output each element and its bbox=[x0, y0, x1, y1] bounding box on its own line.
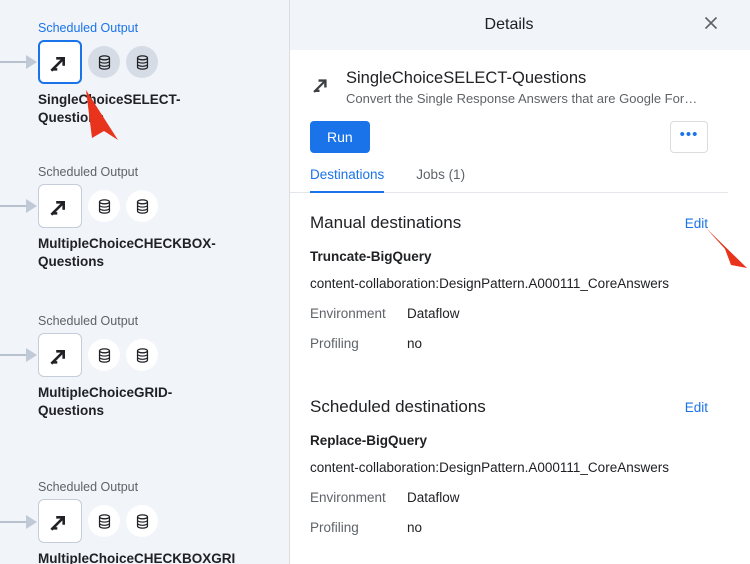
graph-node-single-choice-select[interactable]: Scheduled Output bbox=[38, 20, 290, 127]
database-icon bbox=[96, 198, 113, 215]
field-environment: Environment Dataflow bbox=[310, 306, 708, 321]
database-icon bbox=[134, 198, 151, 215]
details-panel-header: Details bbox=[290, 0, 750, 50]
graph-edge-incoming bbox=[0, 200, 40, 212]
edge-arrowhead bbox=[26, 55, 37, 69]
graph-node-database-badge[interactable] bbox=[88, 505, 120, 537]
field-value: no bbox=[407, 336, 422, 351]
database-icon bbox=[134, 54, 151, 71]
graph-node-label: MultipleChoiceCHECKBOX-Questions bbox=[38, 235, 238, 271]
more-options-button[interactable]: ••• bbox=[670, 121, 708, 153]
details-panel-body: SingleChoiceSELECT-Questions Convert the… bbox=[290, 50, 750, 564]
destination-name: Truncate-BigQuery bbox=[310, 249, 708, 264]
details-tabs: Destinations Jobs (1) bbox=[290, 153, 728, 193]
edge-arrowhead bbox=[26, 199, 37, 213]
graph-node-database-badge[interactable] bbox=[126, 190, 158, 222]
export-arrow-icon bbox=[47, 508, 73, 534]
graph-node-label: SingleChoiceSELECT-Questions bbox=[38, 91, 238, 127]
graph-edge-incoming bbox=[0, 56, 40, 68]
graph-node-database-badge[interactable] bbox=[88, 339, 120, 371]
field-label: Environment bbox=[310, 490, 407, 505]
graph-node-database-badge[interactable] bbox=[126, 505, 158, 537]
field-label: Profiling bbox=[310, 336, 407, 351]
graph-node-row bbox=[38, 184, 290, 228]
graph-node-database-badge[interactable] bbox=[126, 46, 158, 78]
edge-line bbox=[0, 354, 26, 356]
graph-node-row bbox=[38, 40, 290, 84]
field-value: Dataflow bbox=[407, 490, 460, 505]
close-icon bbox=[703, 15, 719, 36]
graph-node-multiple-choice-checkbox[interactable]: Scheduled Output bbox=[38, 164, 290, 271]
graph-node-icon-box[interactable] bbox=[38, 184, 82, 228]
export-arrow-icon bbox=[310, 72, 334, 101]
database-icon bbox=[96, 347, 113, 364]
graph-node-kind-label: Scheduled Output bbox=[38, 164, 290, 180]
graph-node-kind-label: Scheduled Output bbox=[38, 313, 290, 329]
database-icon bbox=[96, 513, 113, 530]
edge-line bbox=[0, 205, 26, 207]
section-manual-destinations: Manual destinations Edit Truncate-BigQue… bbox=[290, 193, 728, 351]
destination-name: Replace-BigQuery bbox=[310, 433, 708, 448]
entity-text: SingleChoiceSELECT-Questions Convert the… bbox=[346, 68, 708, 108]
database-icon bbox=[134, 513, 151, 530]
graph-edge-incoming bbox=[0, 516, 40, 528]
field-label: Profiling bbox=[310, 520, 407, 535]
pipeline-graph-canvas[interactable]: Scheduled Output bbox=[0, 0, 290, 564]
destination-path: content-collaboration:DesignPattern.A000… bbox=[310, 460, 708, 475]
edge-arrowhead bbox=[26, 348, 37, 362]
graph-node-database-badge[interactable] bbox=[88, 46, 120, 78]
graph-node-label: MultipleChoiceCHECKBOXGRID bbox=[38, 550, 238, 564]
section-scheduled-destinations: Scheduled destinations Edit Replace-BigQ… bbox=[290, 351, 728, 535]
export-arrow-icon bbox=[47, 342, 73, 368]
database-icon bbox=[134, 347, 151, 364]
edge-line bbox=[0, 521, 26, 523]
section-title: Scheduled destinations bbox=[310, 397, 486, 417]
export-arrow-icon bbox=[47, 193, 73, 219]
graph-node-row bbox=[38, 333, 290, 377]
tab-destinations[interactable]: Destinations bbox=[310, 167, 384, 193]
graph-node-database-badge[interactable] bbox=[88, 190, 120, 222]
graph-node-multiple-choice-checkboxgrid[interactable]: Scheduled Output bbox=[38, 479, 290, 564]
tab-jobs[interactable]: Jobs (1) bbox=[416, 167, 465, 193]
graph-node-multiple-choice-grid[interactable]: Scheduled Output bbox=[38, 313, 290, 420]
field-value: Dataflow bbox=[407, 306, 460, 321]
entity-action-row: Run ••• bbox=[290, 108, 728, 153]
field-value: no bbox=[407, 520, 422, 535]
details-panel: Details SingleCh bbox=[290, 0, 750, 564]
edge-line bbox=[0, 61, 26, 63]
graph-node-icon-box[interactable] bbox=[38, 40, 82, 84]
entity-description: Convert the Single Response Answers that… bbox=[346, 90, 708, 108]
entity-header: SingleChoiceSELECT-Questions Convert the… bbox=[290, 50, 728, 108]
close-panel-button[interactable] bbox=[700, 14, 722, 36]
entity-name: SingleChoiceSELECT-Questions bbox=[346, 68, 708, 89]
run-button[interactable]: Run bbox=[310, 121, 370, 153]
destination-path: content-collaboration:DesignPattern.A000… bbox=[310, 276, 708, 291]
edge-arrowhead bbox=[26, 515, 37, 529]
graph-node-icon-box[interactable] bbox=[38, 499, 82, 543]
section-header: Scheduled destinations Edit bbox=[310, 397, 708, 417]
field-profiling: Profiling no bbox=[310, 520, 708, 535]
app-root: Scheduled Output bbox=[0, 0, 750, 564]
graph-edge-incoming bbox=[0, 349, 40, 361]
graph-node-database-badge[interactable] bbox=[126, 339, 158, 371]
graph-node-kind-label: Scheduled Output bbox=[38, 20, 290, 36]
graph-node-row bbox=[38, 499, 290, 543]
field-label: Environment bbox=[310, 306, 407, 321]
export-arrow-icon bbox=[47, 49, 73, 75]
section-title: Manual destinations bbox=[310, 213, 461, 233]
graph-node-label: MultipleChoiceGRID-Questions bbox=[38, 384, 238, 420]
graph-node-icon-box[interactable] bbox=[38, 333, 82, 377]
field-profiling: Profiling no bbox=[310, 336, 708, 351]
section-header: Manual destinations Edit bbox=[310, 213, 708, 233]
edit-scheduled-destinations-link[interactable]: Edit bbox=[685, 400, 708, 415]
field-environment: Environment Dataflow bbox=[310, 490, 708, 505]
panel-title: Details bbox=[485, 16, 534, 34]
ellipsis-icon: ••• bbox=[680, 127, 699, 142]
graph-node-kind-label: Scheduled Output bbox=[38, 479, 290, 495]
database-icon bbox=[96, 54, 113, 71]
edit-manual-destinations-link[interactable]: Edit bbox=[685, 216, 708, 231]
